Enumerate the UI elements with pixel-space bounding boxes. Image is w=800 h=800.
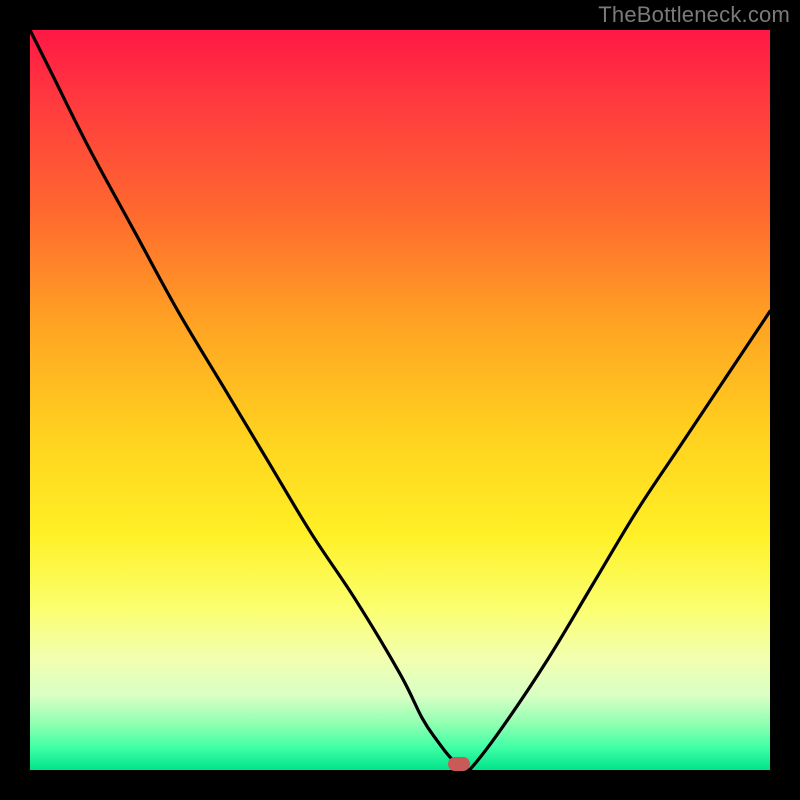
- plot-area: [30, 30, 770, 770]
- bottleneck-curve: [30, 30, 770, 770]
- watermark-text: TheBottleneck.com: [598, 2, 790, 28]
- optimal-marker: [448, 757, 470, 771]
- chart-frame: TheBottleneck.com: [0, 0, 800, 800]
